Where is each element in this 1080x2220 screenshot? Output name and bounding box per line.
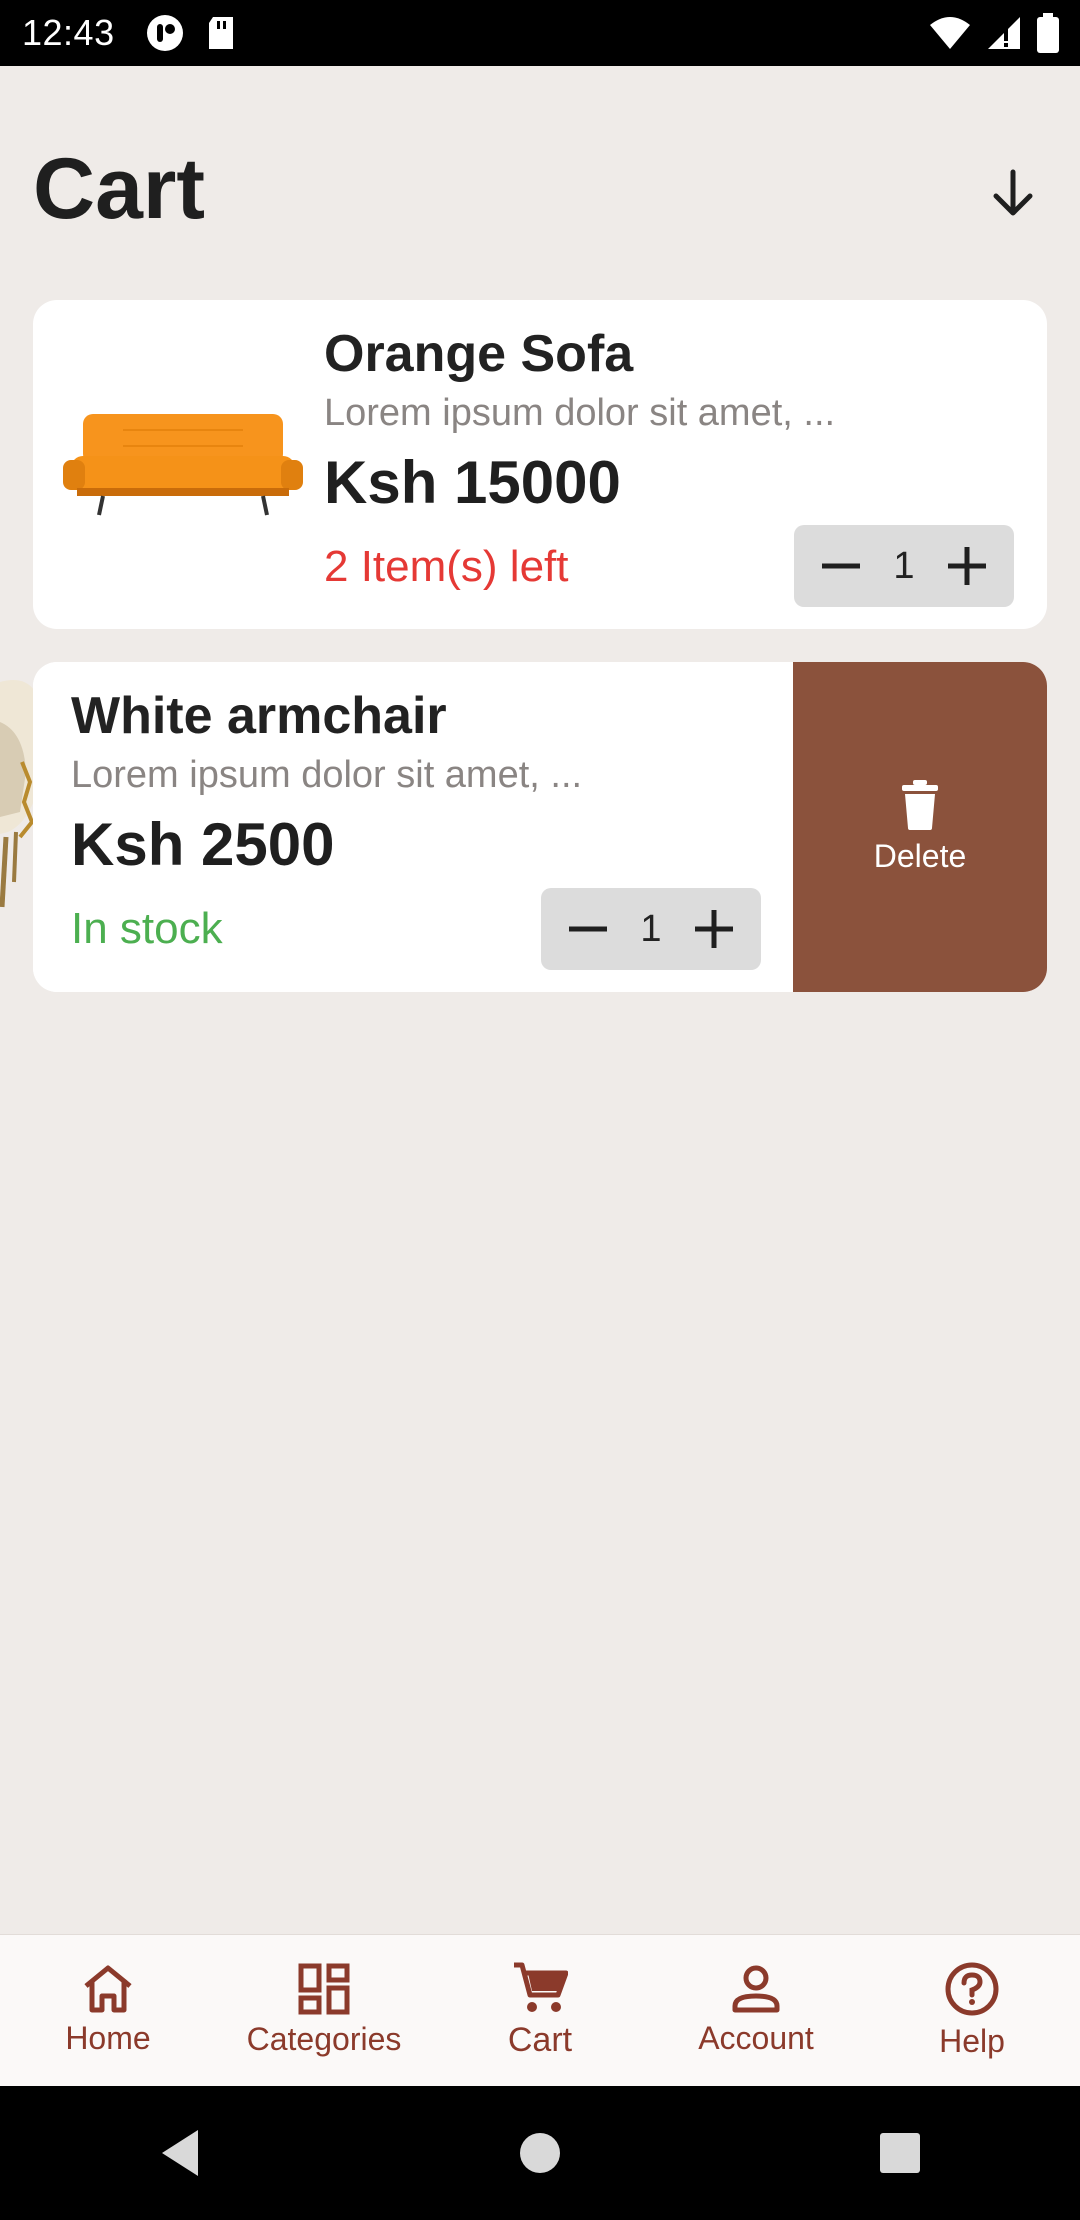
nav-item-home[interactable]: Home bbox=[0, 1935, 216, 2086]
item-price: Ksh 2500 bbox=[71, 811, 335, 878]
home-system-button[interactable] bbox=[490, 2103, 590, 2203]
sd-card-icon bbox=[208, 17, 233, 49]
nav-label: Help bbox=[939, 2023, 1005, 2059]
quantity-stepper: 1 bbox=[541, 888, 761, 970]
delete-label: Delete bbox=[873, 837, 967, 874]
battery-icon bbox=[1037, 13, 1059, 53]
delete-button[interactable]: Delete bbox=[793, 662, 1047, 992]
help-icon bbox=[945, 1962, 999, 2016]
status-time: 12:43 bbox=[22, 12, 115, 53]
minus-icon bbox=[569, 926, 607, 932]
nav-label: Cart bbox=[507, 2021, 573, 2059]
status-bar: 12:43 bbox=[0, 0, 1080, 66]
quantity-value: 1 bbox=[893, 544, 915, 587]
item-price: Ksh 15000 bbox=[324, 449, 621, 516]
increase-quantity-button[interactable] bbox=[689, 904, 739, 954]
nav-label: Categories bbox=[246, 2021, 402, 2057]
recents-button[interactable] bbox=[850, 2103, 950, 2203]
decrease-quantity-button[interactable] bbox=[563, 904, 613, 954]
plus-icon bbox=[947, 547, 986, 585]
home-icon bbox=[84, 1965, 132, 2013]
sort-button[interactable] bbox=[980, 160, 1046, 226]
orange-sofa-image bbox=[63, 414, 303, 516]
item-title: White armchair bbox=[71, 687, 447, 745]
account-icon bbox=[732, 1965, 780, 2013]
back-button[interactable] bbox=[130, 2103, 230, 2203]
item-description: Lorem ipsum dolor sit amet, ... bbox=[324, 392, 836, 434]
item-stock-status: 2 Item(s) left bbox=[324, 542, 569, 591]
quantity-stepper: 1 bbox=[794, 525, 1014, 607]
nav-item-cart[interactable]: Cart bbox=[432, 1935, 648, 2086]
nav-item-categories[interactable]: Categories bbox=[216, 1935, 432, 2086]
nav-label: Account bbox=[698, 2020, 814, 2056]
trash-icon bbox=[902, 779, 938, 830]
bottom-navigation: Home Categories Cart Account Help bbox=[0, 1934, 1080, 2086]
recents-square-icon bbox=[880, 2133, 920, 2173]
cart-item-card[interactable]: Orange Sofa Lorem ipsum dolor sit amet, … bbox=[33, 300, 1047, 629]
cart-item-content[interactable]: White armchair Lorem ipsum dolor sit ame… bbox=[33, 662, 793, 992]
wifi-icon bbox=[930, 17, 970, 49]
nav-label: Home bbox=[65, 2020, 151, 2056]
home-circle-icon bbox=[520, 2133, 560, 2173]
status-notification-icons bbox=[145, 13, 237, 53]
nav-item-help[interactable]: Help bbox=[864, 1935, 1080, 2086]
item-stock-status: In stock bbox=[71, 904, 223, 953]
signal-icon bbox=[988, 17, 1020, 49]
increase-quantity-button[interactable] bbox=[942, 541, 992, 591]
quantity-value: 1 bbox=[640, 907, 662, 950]
nav-item-account[interactable]: Account bbox=[648, 1935, 864, 2086]
minus-icon bbox=[822, 563, 860, 569]
decrease-quantity-button[interactable] bbox=[816, 541, 866, 591]
back-triangle-icon bbox=[162, 2130, 198, 2176]
plus-icon bbox=[694, 910, 733, 948]
item-description: Lorem ipsum dolor sit amet, ... bbox=[71, 754, 583, 796]
system-navigation-bar bbox=[0, 2086, 1080, 2220]
notification-app-icon bbox=[146, 15, 183, 51]
page-title: Cart bbox=[33, 141, 206, 237]
item-title: Orange Sofa bbox=[324, 325, 634, 383]
cart-icon bbox=[514, 1962, 568, 2012]
categories-icon bbox=[298, 1963, 350, 2015]
status-system-icons bbox=[928, 0, 1060, 66]
cart-item-card[interactable]: White armchair Lorem ipsum dolor sit ame… bbox=[33, 662, 1047, 992]
arrow-down-icon bbox=[993, 169, 1033, 216]
